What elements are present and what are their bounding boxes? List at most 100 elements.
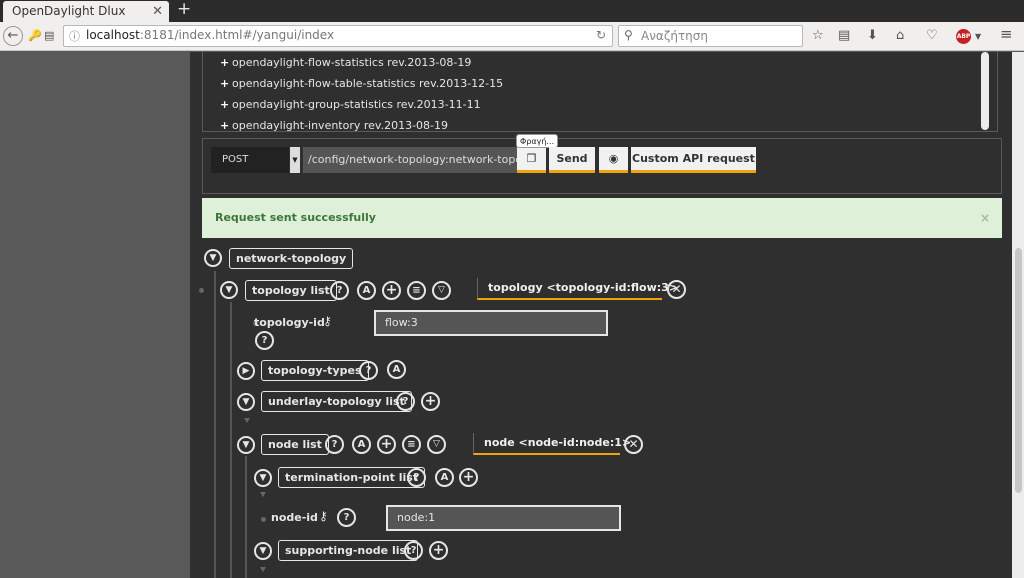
page-info-icon[interactable]: ▤ (44, 27, 54, 45)
api-path-input[interactable]: /config/network-topology:network-topolog… (303, 147, 522, 173)
module-item[interactable]: + opendaylight-group-statistics rev.2013-… (220, 98, 481, 111)
browser-navbar: ← 🔑 ▤ ⓘ localhost:8181/index.html#/yangu… (0, 22, 1024, 51)
browser-tab[interactable]: OpenDaylight Dlux ✕ (3, 1, 169, 22)
page: + opendaylight-flow-statistics rev.2013-0… (0, 52, 1024, 578)
left-pane (0, 52, 190, 578)
search-bar[interactable]: ⚲ Αναζήτηση (618, 25, 803, 47)
clipboard-icon: ❐ (526, 152, 537, 165)
module-item[interactable]: + opendaylight-flow-table-statistics rev.… (220, 77, 503, 90)
page-scrollbar-thumb[interactable] (1015, 248, 1022, 493)
expand-plus-icon[interactable]: + (220, 119, 232, 131)
tab-close-icon[interactable]: ✕ (152, 1, 163, 22)
tree-arrow-down (260, 567, 266, 572)
adblock-icon[interactable]: ABP (956, 29, 971, 44)
node-topology-list[interactable]: topology list (245, 280, 337, 301)
augment-icon[interactable]: A (357, 281, 376, 300)
key-icon: ⚷ (323, 314, 332, 328)
list-icon[interactable]: ≡ (402, 435, 421, 454)
help-icon[interactable]: ? (325, 435, 344, 454)
close-icon[interactable]: × (980, 198, 990, 238)
add-icon[interactable]: + (377, 435, 396, 454)
collapse-toggle-icon[interactable]: ▼ (254, 469, 272, 487)
tree-line (230, 302, 232, 578)
add-icon[interactable]: + (382, 281, 401, 300)
augment-icon[interactable]: A (352, 435, 371, 454)
collapse-toggle-icon[interactable]: ▼ (204, 249, 222, 267)
tab-topology-item[interactable]: topology <topology-id:flow:3> (477, 278, 678, 300)
preview-button[interactable]: ◉ (599, 147, 628, 173)
method-select[interactable]: POST (211, 147, 289, 173)
tooltip: Φραγή... (516, 134, 558, 148)
node-topology-types[interactable]: topology-types (261, 360, 369, 381)
augment-icon[interactable]: A (387, 360, 406, 379)
filter-icon[interactable]: ▽ (427, 435, 446, 454)
home-icon[interactable]: ⌂ (896, 27, 904, 45)
reload-icon[interactable]: ↻ (596, 28, 606, 42)
help-icon[interactable]: ? (337, 508, 356, 527)
identity-icon[interactable]: 🔑 (28, 27, 42, 45)
expand-toggle-icon[interactable]: ▶ (237, 362, 255, 380)
success-alert: Request sent successfully × (202, 198, 1002, 238)
url-bar[interactable]: ⓘ localhost:8181/index.html#/yangui/inde… (63, 25, 613, 47)
chevron-down-icon[interactable]: ▼ (290, 147, 300, 173)
tree-dot (261, 517, 266, 522)
add-icon[interactable]: + (429, 541, 448, 560)
reading-list-icon[interactable]: ▤ (838, 27, 850, 45)
url-text: localhost:8181/index.html#/yangui/index (86, 28, 335, 42)
help-icon[interactable]: ? (330, 281, 349, 300)
key-icon: ⚷ (319, 509, 328, 523)
node-underlay-topology-list[interactable]: underlay-topology list (261, 391, 412, 412)
node-termination-point-list[interactable]: termination-point list (278, 467, 426, 488)
node-node-list[interactable]: node list (261, 434, 329, 455)
add-icon[interactable]: + (459, 468, 478, 487)
download-icon[interactable]: ⬇ (867, 27, 878, 45)
help-icon[interactable]: ? (359, 361, 378, 380)
module-list-scrollbar[interactable] (981, 52, 989, 130)
help-icon[interactable]: ? (407, 468, 426, 487)
list-icon[interactable]: ≡ (407, 281, 426, 300)
collapse-toggle-icon[interactable]: ▼ (237, 436, 255, 454)
tab-title: OpenDaylight Dlux (12, 4, 126, 18)
node-id-field[interactable]: node:1 (386, 505, 621, 531)
bookmark-star-icon[interactable]: ☆ (812, 27, 824, 45)
expand-plus-icon[interactable]: + (220, 98, 232, 111)
tree-arrow-down (244, 418, 250, 423)
custom-api-request-button[interactable]: Custom API request (631, 147, 756, 173)
adblock-dropdown-icon[interactable]: ▼ (975, 28, 981, 46)
menu-icon[interactable]: ≡ (1000, 25, 1013, 43)
back-icon[interactable]: ← (3, 26, 23, 46)
eye-icon: ◉ (608, 152, 619, 165)
label-topology-id: topology-id (254, 316, 325, 329)
node-supporting-node-list[interactable]: supporting-node list (278, 540, 419, 561)
close-icon[interactable]: ✕ (624, 435, 643, 454)
module-item[interactable]: + opendaylight-flow-statistics rev.2013-0… (220, 56, 471, 69)
tab-node-item[interactable]: node <node-id:node:1> (473, 433, 631, 455)
help-icon[interactable]: ? (404, 541, 423, 560)
label-node-id: node-id (271, 511, 318, 524)
main-panel: + opendaylight-flow-statistics rev.2013-0… (190, 52, 1012, 578)
expand-plus-icon[interactable]: + (220, 77, 232, 90)
tree-arrow-down (260, 492, 266, 497)
collapse-toggle-icon[interactable]: ▼ (254, 542, 272, 560)
url-info-icon[interactable]: ⓘ (69, 28, 80, 44)
tree-dot (199, 288, 204, 293)
pocket-icon[interactable]: ♡ (926, 27, 938, 45)
send-button[interactable]: Send (549, 147, 595, 173)
search-input[interactable]: Αναζήτηση (641, 29, 708, 43)
augment-icon[interactable]: A (435, 468, 454, 487)
topology-id-field[interactable]: flow:3 (374, 310, 608, 336)
collapse-toggle-icon[interactable]: ▼ (220, 281, 238, 299)
expand-plus-icon[interactable]: + (220, 56, 232, 69)
add-icon[interactable]: + (421, 392, 440, 411)
page-scrollbar[interactable] (1012, 52, 1024, 578)
close-icon[interactable]: ✕ (667, 280, 686, 299)
copy-button[interactable]: ❐ (517, 147, 546, 173)
help-icon[interactable]: ? (255, 331, 274, 350)
module-item[interactable]: + opendaylight-inventory rev.2013-08-19 (220, 119, 448, 131)
new-tab-icon[interactable]: + (177, 0, 191, 19)
collapse-toggle-icon[interactable]: ▼ (237, 393, 255, 411)
root-node-network-topology[interactable]: network-topology (229, 248, 354, 269)
tree-line (245, 456, 247, 578)
filter-icon[interactable]: ▽ (432, 281, 451, 300)
help-icon[interactable]: ? (396, 392, 415, 411)
